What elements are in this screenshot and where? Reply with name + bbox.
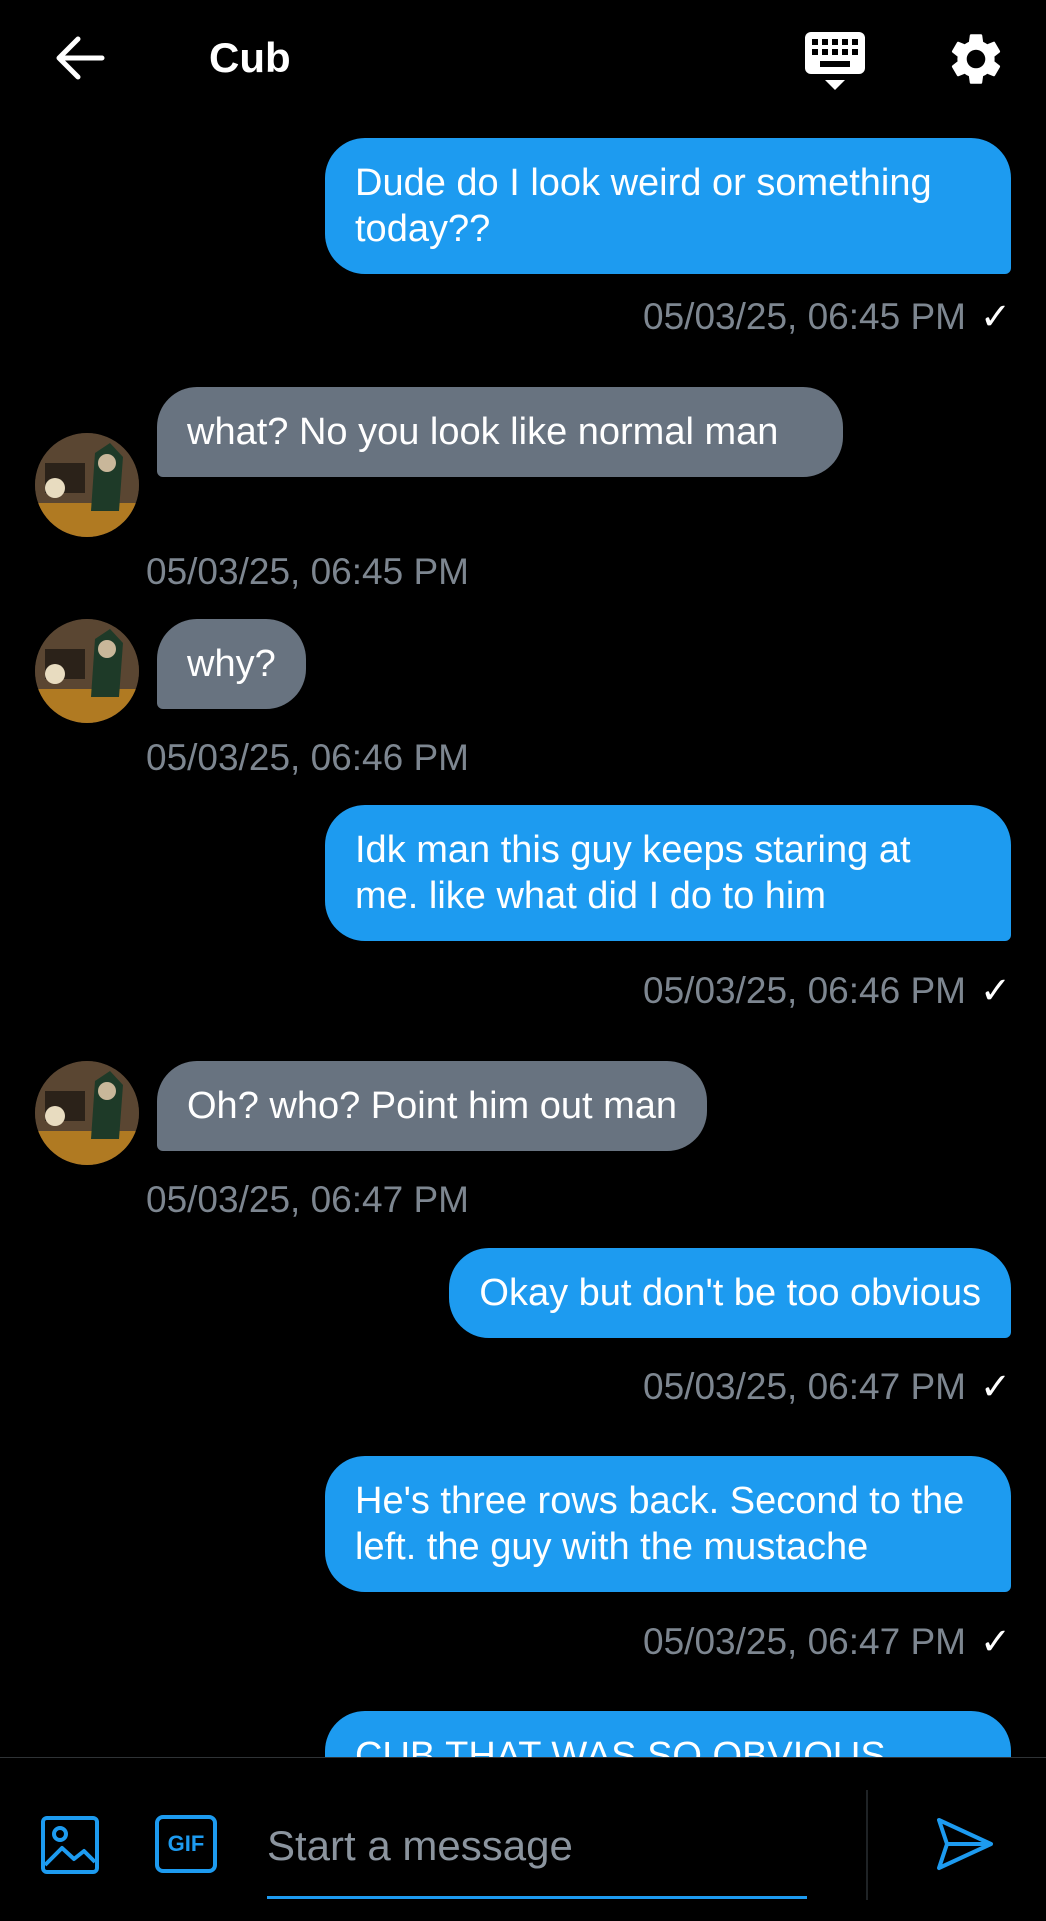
timestamp-text: 05/03/25, 06:47 PM [643,1366,966,1407]
timestamp-text: 05/03/25, 06:47 PM [643,1621,966,1662]
message-bubble-incoming[interactable]: why? [157,619,306,709]
avatar[interactable] [35,619,139,723]
message-text: He's three rows back. Second to the left… [355,1480,965,1568]
timestamp-text: 05/03/25, 06:45 PM [643,296,966,337]
message-bubble-outgoing[interactable]: Idk man this guy keeps staring at me. li… [325,805,1011,941]
message-text: what? No you look like normal man [187,411,779,453]
avatar[interactable] [35,1061,139,1165]
message-timestamp: 05/03/25, 06:46 PM [146,737,469,778]
keyboard-button[interactable] [803,30,867,92]
message-list[interactable]: Dude do I look weird or something today?… [0,115,1046,1757]
checkmark-icon: ✓ [979,296,1011,337]
message-bubble-outgoing[interactable]: He's three rows back. Second to the left… [325,1456,1011,1592]
conversation-title[interactable]: Cub [209,32,291,84]
arrow-left-icon [56,36,105,80]
checkmark-icon: ✓ [979,1366,1011,1407]
message-timestamp: 05/03/25, 06:47 PM ✓ [643,1365,1011,1409]
message-timestamp: 05/03/25, 06:45 PM [146,551,469,592]
add-gif-button[interactable]: GIF [154,1814,218,1874]
composer-divider [866,1790,868,1900]
gif-label: GIF [167,1831,205,1856]
avatar-image [35,433,139,537]
checkmark-icon: ✓ [979,970,1011,1011]
checkmark-icon: ✓ [979,1621,1011,1662]
chat-header: Cub [0,0,1046,115]
message-timestamp: 05/03/25, 06:46 PM ✓ [643,969,1011,1013]
message-bubble-incoming[interactable]: Oh? who? Point him out man [157,1061,708,1151]
gear-icon [951,34,1001,84]
add-image-button[interactable] [40,1815,100,1875]
message-text: Okay but don't be too obvious [479,1272,981,1314]
message-timestamp: 05/03/25, 06:47 PM ✓ [643,1620,1011,1664]
message-composer: GIF [0,1757,1046,1921]
message-input[interactable] [267,1796,807,1899]
message-timestamp: 05/03/25, 06:47 PM [146,1179,469,1220]
message-text: why? [187,643,276,685]
message-text: CUB THAT WAS SO OBVIOUS OMG [355,1735,886,1757]
message-bubble-outgoing[interactable]: Okay but don't be too obvious [449,1248,1011,1338]
avatar-image [35,619,139,723]
settings-button[interactable] [945,28,1007,90]
timestamp-text: 05/03/25, 06:46 PM [643,970,966,1011]
message-text: Oh? who? Point him out man [187,1085,678,1127]
message-text: Dude do I look weird or something today?… [355,162,932,250]
message-bubble-outgoing[interactable]: CUB THAT WAS SO OBVIOUS OMG [325,1711,1011,1757]
back-button[interactable] [52,30,108,86]
message-text: Idk man this guy keeps staring at me. li… [355,829,911,917]
send-button[interactable] [935,1814,995,1874]
message-bubble-outgoing[interactable]: Dude do I look weird or something today?… [325,138,1011,274]
avatar-image [35,1061,139,1165]
message-timestamp: 05/03/25, 06:45 PM ✓ [643,295,1011,339]
send-icon [937,1818,993,1870]
keyboard-icon [805,32,865,90]
image-icon [41,1816,99,1874]
message-bubble-incoming[interactable]: what? No you look like normal man [157,387,843,477]
avatar[interactable] [35,433,139,537]
